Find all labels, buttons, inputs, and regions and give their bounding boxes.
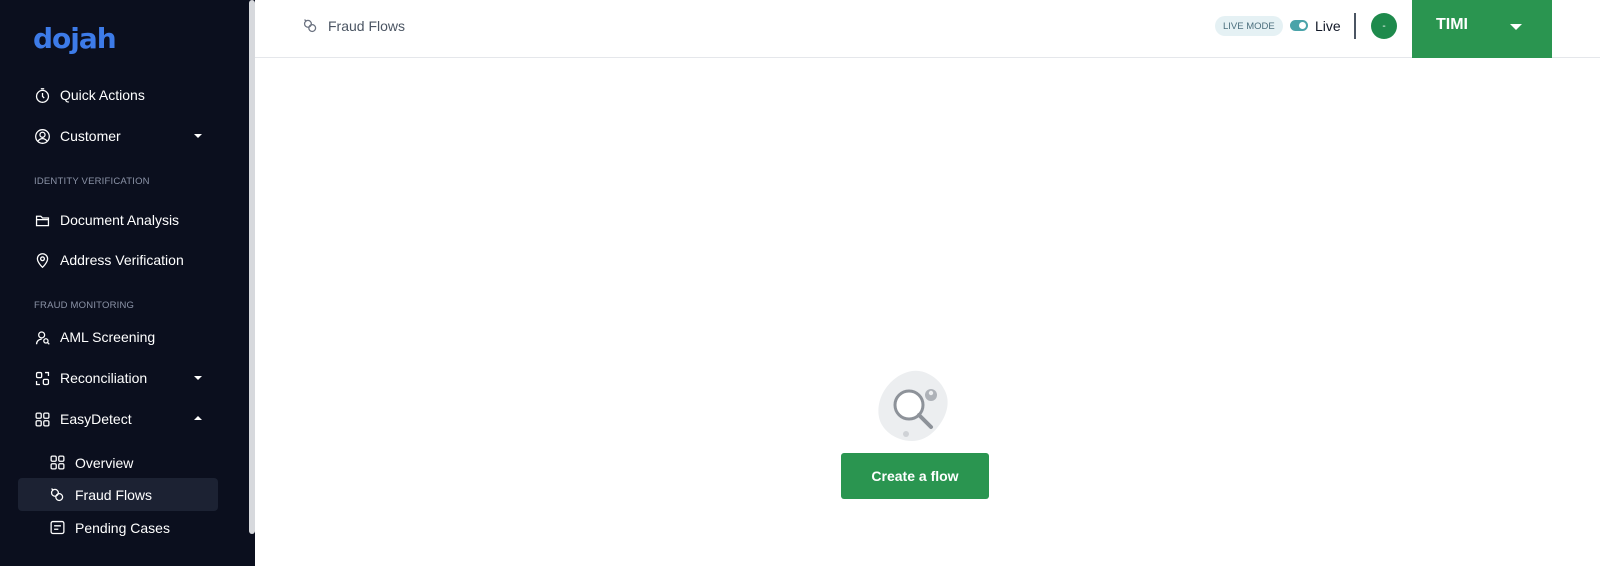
- avatar[interactable]: -: [1371, 13, 1397, 39]
- user-menu-button[interactable]: TIMI: [1412, 0, 1552, 58]
- sidebar-item-label: Document Analysis: [60, 212, 180, 228]
- sidebar-item-customer[interactable]: Customer: [34, 121, 121, 151]
- user-circle-icon: [34, 128, 51, 145]
- sidebar-item-quick-actions[interactable]: Quick Actions: [34, 80, 145, 110]
- flow-icon: [49, 486, 66, 503]
- chevron-down-icon[interactable]: [194, 376, 202, 380]
- sidebar-item-label: Customer: [60, 128, 121, 144]
- sidebar-subitem-label: Overview: [75, 454, 134, 471]
- sidebar-subitem-pending-cases[interactable]: Pending Cases: [18, 511, 218, 544]
- sidebar-subitem-label: Fraud Flows: [75, 486, 153, 503]
- sidebar-subitem-overview[interactable]: Overview: [18, 446, 218, 479]
- user-name: TIMI: [1436, 16, 1468, 33]
- sidebar-subitem-label: Pending Cases: [75, 519, 170, 536]
- timer-icon: [34, 87, 51, 104]
- person-search-icon: [34, 329, 51, 346]
- sidebar-item-label: EasyDetect: [60, 411, 132, 427]
- sidebar-item-label: Quick Actions: [60, 87, 145, 103]
- empty-search-icon: [876, 368, 954, 446]
- breadcrumb: Fraud Flows: [302, 17, 405, 34]
- sidebar-item-address-verification[interactable]: Address Verification: [34, 245, 184, 275]
- grid-icon: [34, 411, 51, 428]
- sidebar-item-document-analysis[interactable]: Document Analysis: [34, 205, 179, 235]
- sidebar-item-reconciliation[interactable]: Reconciliation: [34, 363, 147, 393]
- live-mode-badge: LIVE MODE: [1215, 16, 1283, 36]
- flow-icon: [302, 17, 319, 34]
- section-label-fraud: FRAUD MONITORING: [34, 300, 135, 311]
- sidebar-item-label: AML Screening: [60, 329, 156, 345]
- section-label-identity: IDENTITY VERIFICATION: [34, 176, 150, 187]
- breadcrumb-label: Fraud Flows: [328, 17, 406, 34]
- sidebar-subitem-fraud-flows[interactable]: Fraud Flows: [18, 478, 218, 511]
- sidebar: dojah Quick Actions Customer IDENTITY VE…: [0, 0, 255, 566]
- sidebar-item-aml-screening[interactable]: AML Screening: [34, 322, 155, 352]
- live-mode-label: Live: [1315, 18, 1341, 34]
- chevron-up-icon[interactable]: [194, 416, 202, 420]
- topbar: Fraud Flows LIVE MODE Live - TIMI: [255, 0, 1600, 58]
- chevron-down-icon[interactable]: [194, 134, 202, 138]
- dojah-logo[interactable]: dojah: [33, 22, 117, 55]
- sidebar-item-label: Address Verification: [60, 252, 184, 268]
- reconcile-icon: [34, 370, 51, 387]
- grid-icon: [49, 454, 66, 471]
- chevron-down-icon: [1510, 24, 1522, 30]
- cases-icon: [49, 519, 66, 536]
- header-divider: [1354, 13, 1356, 39]
- location-pin-icon: [34, 252, 51, 269]
- sidebar-scrollbar[interactable]: [249, 0, 255, 534]
- live-mode-toggle[interactable]: [1290, 20, 1308, 31]
- folder-icon: [34, 212, 51, 229]
- create-flow-button[interactable]: Create a flow: [841, 453, 989, 499]
- sidebar-item-label: Reconciliation: [60, 370, 148, 386]
- sidebar-item-easydetect[interactable]: EasyDetect: [34, 404, 132, 434]
